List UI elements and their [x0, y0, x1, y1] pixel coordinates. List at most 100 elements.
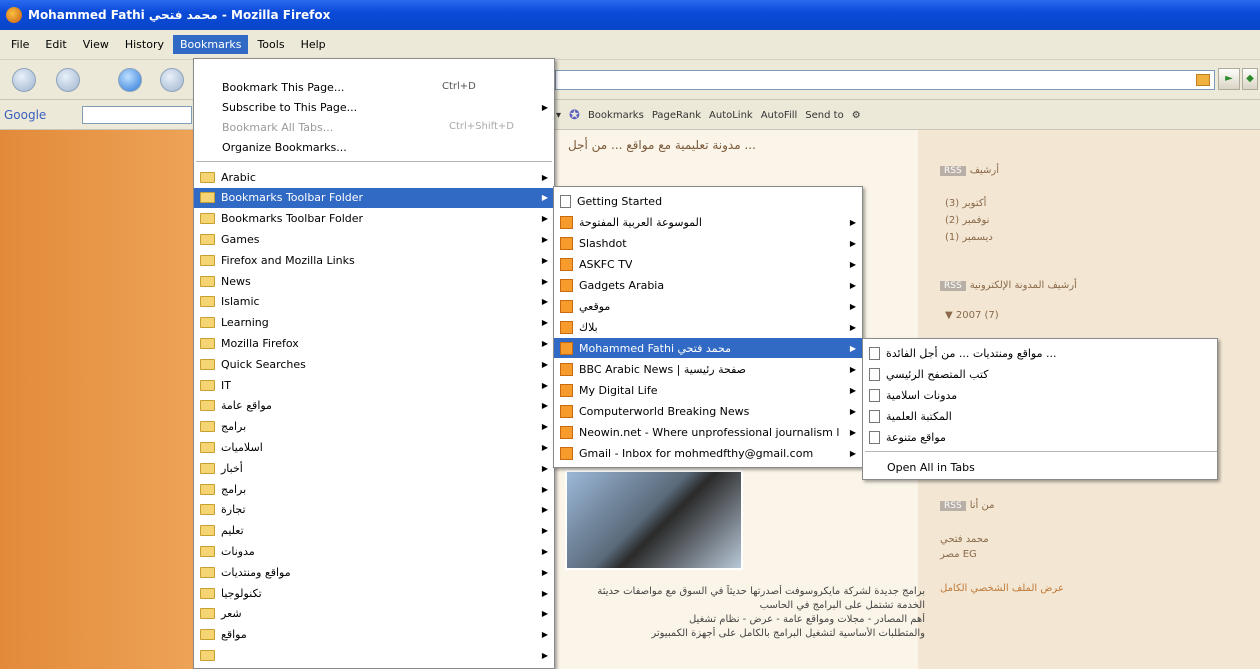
- feed-item[interactable]: مدونات اسلامية: [863, 385, 1217, 405]
- folder-icon: [200, 233, 215, 245]
- rss-feed-icon[interactable]: [1196, 74, 1210, 86]
- autofill-button[interactable]: AutoFill: [761, 110, 798, 121]
- toolbar-bookmark-item[interactable]: Mohammed Fathi محمد فتحي ▶: [554, 338, 862, 358]
- menu-tools[interactable]: Tools: [250, 35, 291, 54]
- feed-label: مواقع متنوعة: [886, 430, 946, 444]
- bookmark-folder-item[interactable]: Games ▶: [194, 229, 554, 249]
- post-line: برامج جديدة لشركة مايكروسوفت أصدرتها حدي…: [597, 586, 925, 597]
- bookmark-folder-item[interactable]: Learning ▶: [194, 313, 554, 333]
- archive-link[interactable]: نوفمبر (2): [945, 212, 993, 229]
- bookmark-this-page-item[interactable]: Bookmark This Page...: [194, 77, 554, 97]
- folder-label: Bookmarks Toolbar Folder: [221, 212, 364, 226]
- bookmark-folder-item[interactable]: تكنولوجيا ▶: [194, 583, 554, 603]
- bookmark-folder-item[interactable]: برامج ▶: [194, 417, 554, 437]
- rss-folder-icon: [560, 446, 573, 460]
- bookmark-folder-item[interactable]: Firefox and Mozilla Links ▶: [194, 250, 554, 270]
- bookmark-folder-item[interactable]: تعليم ▶: [194, 521, 554, 541]
- post-line: أهم المصادر - مجلات ومواقع عامة - عرض - …: [688, 614, 925, 625]
- autolink-button[interactable]: AutoLink: [709, 110, 753, 121]
- shortcut-label: Ctrl+D: [442, 81, 476, 92]
- bookmark-folder-item[interactable]: اسلاميات ▶: [194, 437, 554, 457]
- rss-folder-icon: [560, 425, 573, 439]
- bookmark-folder-item[interactable]: مواقع ▶: [194, 625, 554, 645]
- organize-bookmarks-item[interactable]: Organize Bookmarks...: [194, 137, 554, 157]
- toolbar-bookmark-item[interactable]: بلاك ▶: [554, 317, 862, 337]
- menu-history[interactable]: History: [118, 35, 171, 54]
- search-engine-icon[interactable]: ◆: [1242, 68, 1258, 90]
- folder-icon: [200, 213, 215, 225]
- folder-icon: [200, 296, 215, 308]
- menu-view[interactable]: View: [76, 35, 116, 54]
- bookmark-folder-item[interactable]: مدونات ▶: [194, 541, 554, 561]
- feed-item[interactable]: مواقع ومنتديات ... من أجل الفائدة ...: [863, 343, 1217, 363]
- feed-submenu: مواقع ومنتديات ... من أجل الفائدة ... كتب…: [862, 338, 1218, 480]
- bookmark-folder-item[interactable]: مواقع ومنتديات ▶: [194, 562, 554, 582]
- folder-label: اسلاميات: [221, 440, 263, 454]
- bookmark-folder-item[interactable]: ▶: [194, 645, 554, 665]
- sendto-button[interactable]: Send to: [805, 110, 843, 121]
- settings-wrench-icon[interactable]: ⚙: [852, 110, 861, 121]
- menu-file[interactable]: File: [4, 35, 36, 54]
- menu-edit[interactable]: Edit: [38, 35, 73, 54]
- rss-folder-icon: [560, 383, 573, 397]
- bookmark-folder-item[interactable]: Bookmarks Toolbar Folder ▶: [194, 209, 554, 229]
- bookmark-folder-item[interactable]: IT ▶: [194, 375, 554, 395]
- folder-icon: [200, 587, 215, 599]
- toolbar-bookmark-item[interactable]: Gmail - Inbox for mohmedfthy@gmail.com ▶: [554, 443, 862, 463]
- url-bar[interactable]: [555, 70, 1215, 90]
- profile-country: مصر EG: [940, 549, 977, 560]
- bookmark-folder-item[interactable]: Mozilla Firefox ▶: [194, 333, 554, 353]
- bookmark-folder-item[interactable]: برامج ▶: [194, 479, 554, 499]
- toolbar-bookmark-item[interactable]: الموسوعة العربية المفتوحة ▶: [554, 212, 862, 232]
- submenu-arrow-icon: ▶: [541, 484, 548, 494]
- toolbar-bookmark-item[interactable]: Neowin.net - Where unprofessional journa…: [554, 422, 862, 442]
- menu-help[interactable]: Help: [294, 35, 333, 54]
- toolbar-bookmark-item[interactable]: Computerworld Breaking News ▶: [554, 401, 862, 421]
- bookmark-folder-item[interactable]: Arabic ▶: [194, 167, 554, 187]
- toolbar-dropdown-icon[interactable]: ▾: [556, 110, 561, 121]
- bookmark-folder-item[interactable]: News ▶: [194, 271, 554, 291]
- back-arrow-icon[interactable]: [12, 68, 36, 92]
- sidebar-section-about: RSS من أنا: [940, 500, 994, 511]
- folder-label: Games: [221, 232, 260, 246]
- go-button-icon[interactable]: ►: [1218, 68, 1240, 90]
- archive-link[interactable]: ديسمبر (1): [945, 229, 993, 246]
- bookmark-folder-item[interactable]: Islamic ▶: [194, 292, 554, 312]
- toolbar-bookmark-item[interactable]: Slashdot ▶: [554, 233, 862, 253]
- feed-page-icon: [869, 346, 880, 360]
- toolbar-bookmark-item[interactable]: ASKFC TV ▶: [554, 254, 862, 274]
- feed-item[interactable]: المكتبة العلمية: [863, 406, 1217, 426]
- bookmark-folder-item[interactable]: تجارة ▶: [194, 500, 554, 520]
- bookmark-folder-item[interactable]: Quick Searches ▶: [194, 354, 554, 374]
- bookmarks-button[interactable]: Bookmarks: [588, 110, 644, 121]
- feed-item[interactable]: مواقع متنوعة: [863, 427, 1217, 447]
- toolbar-bookmark-item[interactable]: Gadgets Arabia ▶: [554, 275, 862, 295]
- bookmark-folder-item[interactable]: مواقع عامة ▶: [194, 396, 554, 416]
- toolbar-bookmark-item[interactable]: موقعي ▶: [554, 296, 862, 316]
- toolbar-bookmark-item[interactable]: BBC Arabic News | صفحة رئيسية ▶: [554, 359, 862, 379]
- bookmark-folder-item[interactable]: Bookmarks Toolbar Folder ▶: [194, 187, 554, 208]
- page-title: مدونة تعليمية مع مواقع ... من أجل ...: [568, 138, 756, 152]
- feed-item[interactable]: كتب المتصفح الرئيسي: [863, 364, 1217, 384]
- menu-bookmarks[interactable]: Bookmarks: [172, 35, 249, 54]
- bookmark-folder-item[interactable]: أخبار ▶: [194, 458, 554, 478]
- toolbar-bookmark-item[interactable]: Getting Started: [554, 191, 862, 211]
- toolbar-bookmark-item[interactable]: My Digital Life ▶: [554, 380, 862, 400]
- profile-link[interactable]: عرض الملف الشخصي الكامل: [940, 583, 1064, 594]
- subscribe-page-item[interactable]: Subscribe to This Page... ▶: [194, 97, 554, 117]
- archive-link[interactable]: أكتوبر (3): [945, 195, 993, 212]
- reload-icon[interactable]: [118, 68, 142, 92]
- sidebar-year[interactable]: ▼ 2007 (7): [945, 310, 999, 321]
- bookmark-folder-item[interactable]: شعر ▶: [194, 604, 554, 624]
- folder-icon: [200, 337, 215, 349]
- google-search-input[interactable]: [82, 106, 192, 124]
- stop-icon[interactable]: [160, 68, 184, 92]
- folder-label: مواقع: [221, 628, 247, 642]
- folder-icon: [200, 275, 215, 287]
- submenu-arrow-icon: ▶: [541, 318, 548, 328]
- feed-label: مواقع ومنتديات ... من أجل الفائدة ...: [886, 346, 1057, 360]
- pagerank-indicator[interactable]: PageRank: [652, 110, 701, 121]
- open-all-in-tabs-item[interactable]: Open All in Tabs: [863, 457, 1217, 477]
- forward-arrow-icon[interactable]: [56, 68, 80, 92]
- bookmark-label: Mohammed Fathi محمد فتحي: [579, 341, 731, 355]
